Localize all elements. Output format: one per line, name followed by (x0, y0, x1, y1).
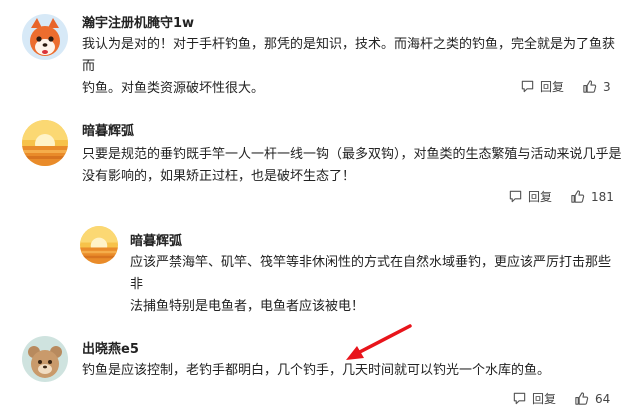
username[interactable]: 瀚宇注册机腌守1w (82, 12, 194, 31)
comment-bubble-icon[interactable] (512, 391, 527, 406)
username[interactable]: 出晓燕e5 (82, 338, 139, 357)
comment-line: 应该严禁海竿、矶竿、筏竿等非休闲性的方式在自然水域垂钓，更应该严厉打击那些非 (130, 255, 612, 292)
reply-button[interactable]: 回复 (540, 78, 564, 95)
bear-avatar-icon[interactable] (22, 336, 68, 382)
comment-line: 我认为是对的！对于手杆钓鱼，那凭的是知识，技术。而海杆之类的钓鱼，完全就是为了鱼… (82, 37, 616, 74)
comment-line: 没有影响的，如果矫正过枉，也是破坏生态了！ (82, 169, 356, 184)
comment-line: 只要是规范的垂钓既手竿一人一杆一线一钩（最多双钩），对鱼类的生态繁殖与活动来说几… (82, 147, 622, 162)
comment-text: 钓鱼是应该控制，老钓手都明白，几个钓手，几天时间就可以钓光一个水库的鱼。 (82, 360, 622, 382)
comment-actions: 回复 64 (512, 390, 610, 407)
thumbs-up-icon[interactable] (582, 79, 597, 94)
username[interactable]: 暗暮辉弧 (130, 230, 182, 249)
comment-line: 法捕鱼特别是电鱼者，电鱼者应该被电！ (130, 299, 365, 314)
like-count: 3 (603, 79, 611, 94)
comment-actions: 回复 3 (520, 78, 611, 95)
comment-text: 只要是规范的垂钓既手竿一人一杆一线一钩（最多双钩），对鱼类的生态繁殖与活动来说几… (82, 144, 622, 188)
sunset-avatar-icon[interactable] (80, 226, 118, 264)
like-count: 181 (591, 189, 614, 204)
comment-text: 应该严禁海竿、矶竿、筏竿等非休闲性的方式在自然水域垂钓，更应该严厉打击那些非 法… (130, 252, 620, 318)
comment-line: 钓鱼是应该控制，老钓手都明白，几个钓手，几天时间就可以钓光一个水库的鱼。 (82, 363, 551, 378)
comment-bubble-icon[interactable] (508, 189, 523, 204)
like-count: 64 (595, 391, 611, 406)
username[interactable]: 暗暮辉弧 (82, 120, 134, 139)
reply-button[interactable]: 回复 (532, 390, 556, 407)
fox-avatar-icon[interactable] (22, 14, 68, 60)
thumbs-up-icon[interactable] (570, 189, 585, 204)
comment-bubble-icon[interactable] (520, 79, 535, 94)
comment-actions: 回复 181 (508, 188, 614, 205)
sunset-avatar-icon[interactable] (22, 120, 68, 166)
reply-button[interactable]: 回复 (528, 188, 552, 205)
thumbs-up-icon[interactable] (574, 391, 589, 406)
